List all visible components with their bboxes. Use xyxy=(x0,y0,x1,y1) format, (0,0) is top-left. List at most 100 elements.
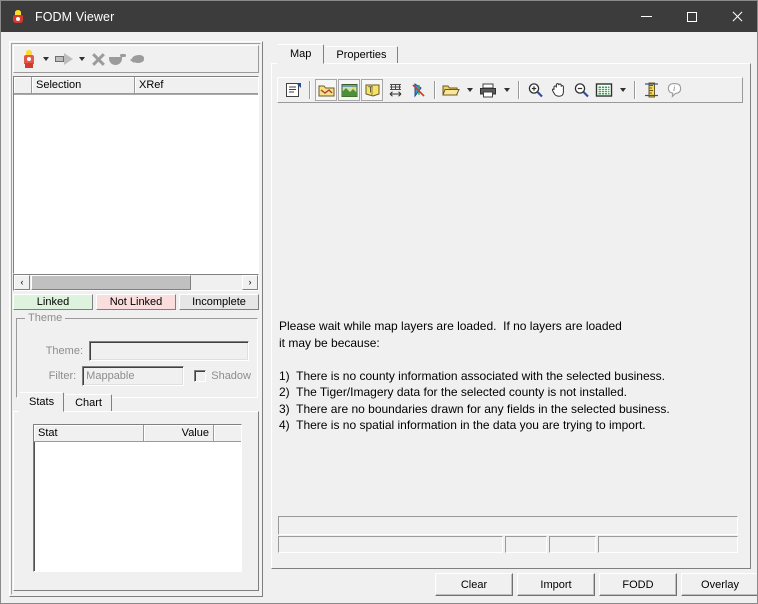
theme-group: Theme Theme: Filter: Mappable Shadow xyxy=(16,312,258,398)
person-figure-icon xyxy=(21,50,37,68)
stats-col-value[interactable]: Value xyxy=(144,425,214,442)
map-status-bar-primary xyxy=(278,516,738,535)
status-tab-not-linked[interactable]: Not Linked xyxy=(96,294,176,310)
svg-text:i: i xyxy=(673,84,675,93)
transfer-dropdown-icon[interactable] xyxy=(79,57,85,61)
measure-button[interactable] xyxy=(640,79,662,101)
minimize-icon xyxy=(641,16,652,17)
add-selection-button[interactable] xyxy=(19,48,39,70)
selection-list[interactable]: Selection XRef xyxy=(13,76,259,274)
left-panel: Selection XRef ‹ › Linked Not Linked Inc… xyxy=(9,41,263,597)
selection-col-xref[interactable]: XRef xyxy=(135,77,258,94)
scrollbar-track[interactable] xyxy=(191,275,242,290)
zoom-out-button[interactable] xyxy=(570,79,592,101)
scroll-left-button[interactable]: ‹ xyxy=(14,275,30,290)
import-button[interactable]: Import xyxy=(517,573,595,596)
open-button[interactable] xyxy=(440,79,462,101)
tab-map[interactable]: Map xyxy=(277,44,325,64)
map-canvas[interactable]: Please wait while map layers are loaded.… xyxy=(274,106,746,556)
label-layer-icon: T xyxy=(365,84,379,97)
person-figure-icon xyxy=(10,9,26,25)
right-tabstrip: Map Properties xyxy=(273,44,751,64)
selection-list-hscrollbar[interactable]: ‹ › xyxy=(13,274,259,291)
fodd-button[interactable]: FODD xyxy=(599,573,677,596)
info-icon: i xyxy=(667,83,681,98)
open-dropdown-icon[interactable] xyxy=(467,88,473,92)
tab-stats[interactable]: Stats xyxy=(19,392,65,412)
full-extent-button[interactable] xyxy=(593,79,615,101)
scroll-right-button[interactable]: › xyxy=(242,275,258,290)
scrollbar-thumb[interactable] xyxy=(31,275,191,290)
print-button[interactable] xyxy=(477,79,499,101)
open-theme-button[interactable] xyxy=(315,79,337,101)
print-dropdown-icon[interactable] xyxy=(504,88,510,92)
identify-button[interactable]: i xyxy=(663,79,685,101)
action-button-row: Clear Import FODD Overlay xyxy=(435,573,757,596)
window-title: FODM Viewer xyxy=(35,9,115,24)
minimize-button[interactable] xyxy=(624,1,669,32)
tab-properties[interactable]: Properties xyxy=(325,46,398,64)
transfer-button[interactable] xyxy=(53,48,75,70)
full-extent-icon xyxy=(595,83,613,97)
selection-col-selection[interactable]: Selection xyxy=(32,77,135,94)
add-selection-dropdown-icon[interactable] xyxy=(43,57,49,61)
printer-icon xyxy=(479,83,496,97)
hand-icon xyxy=(551,83,564,97)
status-tab-incomplete[interactable]: Incomplete xyxy=(179,294,259,310)
shadow-label: Shadow xyxy=(211,370,251,382)
trowel-tool-button[interactable] xyxy=(107,48,128,70)
selection-toolbar xyxy=(13,45,259,73)
zoom-in-icon xyxy=(528,83,543,98)
folder-open-icon xyxy=(441,85,460,95)
stats-col-extra[interactable] xyxy=(214,425,241,442)
zoom-in-button[interactable] xyxy=(524,79,546,101)
selection-list-header: Selection XRef xyxy=(14,77,258,95)
stats-col-stat[interactable]: Stat xyxy=(34,425,144,442)
clear-selection-button[interactable] xyxy=(407,79,429,101)
toolbar-separator xyxy=(434,81,436,99)
stats-grid[interactable]: Stat Value xyxy=(33,424,242,572)
map-status-bar-cells xyxy=(278,536,738,553)
status-cell-4 xyxy=(598,536,738,553)
status-cell-3 xyxy=(549,536,596,553)
title-bar: FODM Viewer xyxy=(1,1,757,32)
arrow-right-icon xyxy=(55,53,73,65)
grid-icon xyxy=(389,84,401,97)
full-extent-dropdown-icon[interactable] xyxy=(620,88,626,92)
grid-button[interactable] xyxy=(384,79,406,101)
maximize-icon xyxy=(686,11,697,22)
trowel-icon xyxy=(109,53,126,65)
link-status-tabs: Linked Not Linked Incomplete xyxy=(13,294,259,310)
application-window: FODM Viewer Selection XRef ‹ › Linked No… xyxy=(0,0,758,604)
layer-properties-button[interactable] xyxy=(282,79,304,101)
delete-button[interactable] xyxy=(89,48,107,70)
close-icon xyxy=(731,11,743,23)
properties-sheet-icon xyxy=(285,83,301,97)
toolbar-separator xyxy=(634,81,636,99)
window-controls xyxy=(624,1,757,32)
x-icon xyxy=(91,52,105,66)
stone-tool-button[interactable] xyxy=(128,48,147,70)
maximize-button[interactable] xyxy=(669,1,714,32)
selection-list-body[interactable] xyxy=(14,95,258,273)
status-cell-2 xyxy=(505,536,547,553)
filter-select[interactable]: Mappable xyxy=(82,366,185,386)
label-layer-button[interactable]: T xyxy=(361,79,383,101)
overlay-button[interactable]: Overlay xyxy=(681,573,757,596)
clear-button[interactable]: Clear xyxy=(435,573,513,596)
shadow-checkbox[interactable] xyxy=(194,370,207,382)
theme-label: Theme: xyxy=(45,345,83,357)
zoom-out-icon xyxy=(574,83,589,98)
stats-grid-header: Stat Value xyxy=(34,425,241,442)
status-cell-1 xyxy=(278,536,503,553)
folder-map-icon xyxy=(318,85,334,96)
close-button[interactable] xyxy=(714,1,757,32)
theme-select[interactable] xyxy=(89,341,249,361)
tab-chart[interactable]: Chart xyxy=(65,394,112,412)
imagery-layer-button[interactable] xyxy=(338,79,360,101)
selection-col-index[interactable] xyxy=(14,77,32,94)
imagery-layer-icon xyxy=(341,83,357,97)
pan-button[interactable] xyxy=(547,79,569,101)
status-tab-linked[interactable]: Linked xyxy=(13,294,93,310)
map-status-message: Please wait while map layers are loaded.… xyxy=(279,319,670,432)
